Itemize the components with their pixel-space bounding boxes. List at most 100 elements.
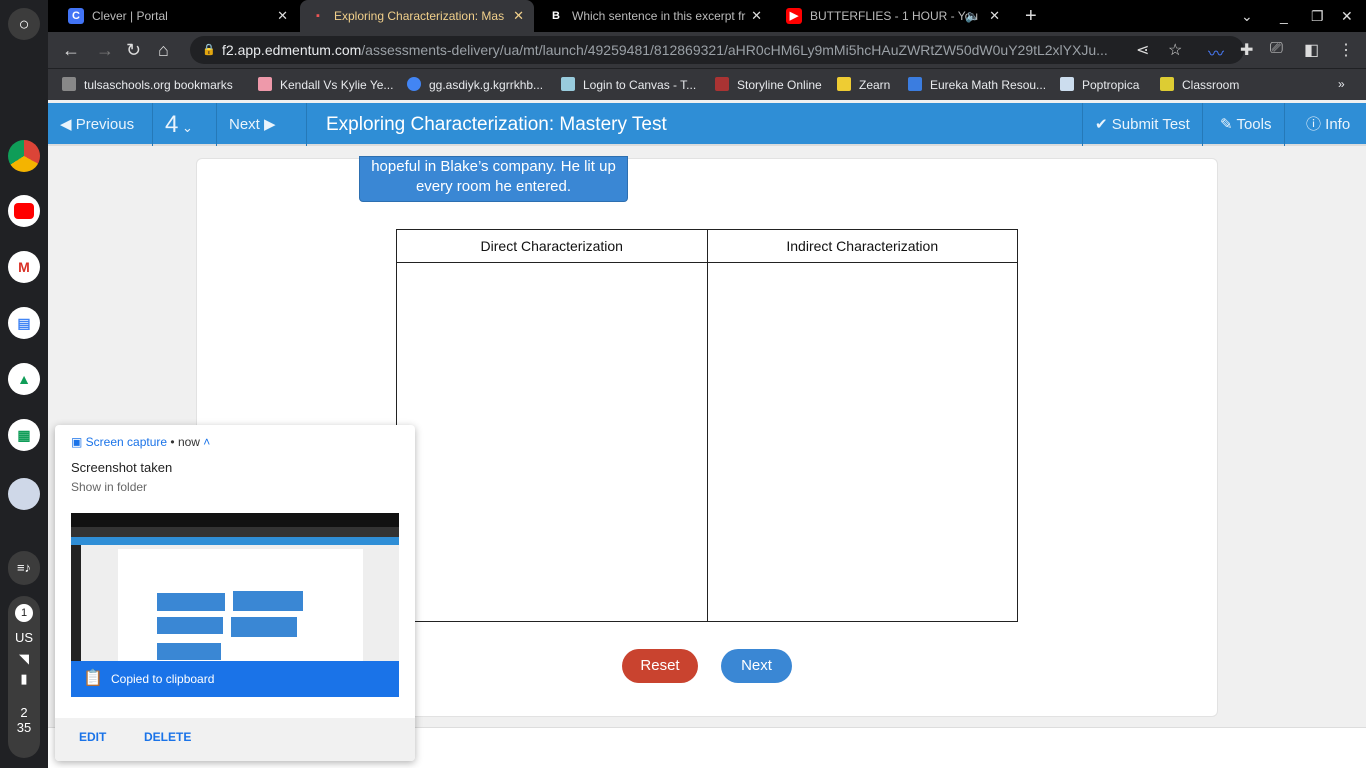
reset-button[interactable]: Reset <box>622 649 698 683</box>
bookmark[interactable]: Storyline Online <box>715 77 822 92</box>
reload-icon[interactable]: ↻ <box>126 40 141 60</box>
characterization-table: Direct Characterization Indirect Characte… <box>396 229 1018 622</box>
clever-favicon: C <box>68 8 84 24</box>
tab-title: Which sentence in this excerpt fr <box>572 9 746 23</box>
minimize-button[interactable]: _ <box>1280 0 1288 32</box>
tools-button[interactable]: ✎ Tools <box>1208 103 1285 146</box>
extension-icon[interactable]: 〰 <box>1208 40 1224 64</box>
clock-minute: 35 <box>16 720 32 735</box>
more-bookmarks-icon[interactable]: » <box>1338 77 1345 91</box>
copied-banner: 📋 Copied to clipboard <box>71 661 399 697</box>
delete-button[interactable]: DELETE <box>144 730 191 744</box>
close-tab-icon[interactable]: ✕ <box>277 8 288 24</box>
tab-title: BUTTERFLIES - 1 HOUR - You <box>810 9 979 23</box>
drop-zone-indirect[interactable] <box>706 262 1018 622</box>
bookmarks-bar: tulsaschools.org bookmarks Kendall Vs Ky… <box>48 68 1366 100</box>
brainly-favicon: B <box>552 10 560 22</box>
menu-icon[interactable]: ⋮ <box>1338 40 1354 60</box>
extensions-puzzle-icon[interactable]: ✚ <box>1240 40 1253 60</box>
notification-actions: EDIT DELETE <box>55 718 415 761</box>
notification-header: ▣ Screen capture • now ˄ <box>71 435 211 449</box>
tab-search-icon[interactable]: ⌄ <box>1241 0 1253 32</box>
chevron-down-icon: ⌄ <box>178 120 193 135</box>
draggable-description-tile[interactable]: hopeful in Blake’s company. He lit up ev… <box>359 156 628 202</box>
drive-app-icon[interactable]: ▲ <box>8 363 40 395</box>
toolbar: ← → ↻ ⌂ 🔒 f2.app.edmentum.com/assessments… <box>48 32 1366 68</box>
tab-title: Clever | Portal <box>92 9 168 23</box>
address-bar[interactable]: 🔒 f2.app.edmentum.com/assessments-deliver… <box>190 36 1244 64</box>
collapse-icon[interactable]: ˄ <box>200 435 210 449</box>
forward-icon[interactable]: → <box>96 40 114 60</box>
info-icon: ⓘ <box>1306 116 1326 133</box>
column-header-indirect: Indirect Characterization <box>706 229 1018 263</box>
launcher-button[interactable]: ○ <box>8 8 40 40</box>
battery-icon: ▮ <box>20 671 28 686</box>
clock-hour: 2 <box>20 705 28 720</box>
notification-title: Screenshot taken <box>71 460 173 475</box>
show-in-folder-link[interactable]: Show in folder <box>71 480 147 494</box>
new-tab-button[interactable]: + <box>1025 0 1037 32</box>
media-controls-icon[interactable]: ≡♪ <box>8 551 40 585</box>
cast-icon[interactable]: ⎚ <box>1270 40 1283 58</box>
page-title: Exploring Characterization: Mastery Test <box>326 114 667 135</box>
home-icon[interactable]: ⌂ <box>158 40 169 60</box>
bookmark[interactable]: Poptropica <box>1060 77 1139 92</box>
bookmark[interactable]: Eureka Math Resou... <box>908 77 1046 92</box>
gmail-app-icon[interactable]: M <box>8 251 40 283</box>
column-header-direct: Direct Characterization <box>396 229 708 263</box>
clipboard-check-icon: 📋 <box>83 670 103 687</box>
ime-indicator: US <box>14 630 34 645</box>
youtube-app-icon[interactable] <box>14 203 34 219</box>
restore-button[interactable]: ❐ <box>1311 0 1324 32</box>
previous-icon: ◀ <box>60 116 76 133</box>
next-icon: ▶ <box>259 116 276 133</box>
lock-icon: 🔒 <box>202 44 216 56</box>
audio-playing-icon[interactable]: 🔈 <box>965 9 980 23</box>
bookmark[interactable]: Login to Canvas - T... <box>561 77 696 92</box>
screenshot-thumbnail[interactable] <box>71 513 399 661</box>
tab-brainly[interactable]: B Which sentence in this excerpt fr ✕ <box>538 0 772 32</box>
submit-test-button[interactable]: ✔ Submit Test <box>1082 103 1203 146</box>
next-question-button[interactable]: Next ▶ <box>217 103 307 146</box>
bookmark-star-icon[interactable]: ☆ <box>1168 40 1182 60</box>
next-button[interactable]: Next <box>721 649 792 683</box>
chrome-app-icon[interactable] <box>8 140 40 172</box>
info-button[interactable]: ⓘ Info <box>1294 103 1362 146</box>
notification-count: 1 <box>15 604 33 622</box>
check-circle-icon: ✔ <box>1095 116 1112 133</box>
wifi-icon: ◥ <box>19 651 29 666</box>
bookmark[interactable]: gg.asdiyk.g.kgrrkhb... <box>407 77 543 92</box>
close-window-button[interactable]: ✕ <box>1341 0 1353 32</box>
close-tab-icon[interactable]: ✕ <box>989 8 1000 24</box>
docs-app-icon[interactable]: ▤ <box>8 307 40 339</box>
url-path: /assessments-delivery/ua/mt/launch/49259… <box>361 42 1108 58</box>
youtube-favicon: ▶ <box>786 8 802 24</box>
tab-youtube[interactable]: ▶ BUTTERFLIES - 1 HOUR - You 🔈 ✕ <box>776 0 1010 32</box>
question-select[interactable]: 4 ⌄ <box>153 103 217 146</box>
back-icon[interactable]: ← <box>62 40 80 60</box>
screen-capture-icon: ▣ <box>71 435 86 449</box>
edit-button[interactable]: EDIT <box>79 730 106 744</box>
bookmark[interactable]: Classroom <box>1160 77 1239 92</box>
drop-zone-direct[interactable] <box>396 262 708 622</box>
close-tab-icon[interactable]: ✕ <box>513 8 524 24</box>
side-panel-icon[interactable]: ◧ <box>1304 40 1319 60</box>
bookmark[interactable]: Zearn <box>837 77 890 92</box>
edmentum-favicon: ▪ <box>316 10 320 22</box>
screenshot-notification: ▣ Screen capture • now ˄ Screenshot take… <box>55 425 415 761</box>
url-host: f2.app.edmentum.com <box>222 42 362 58</box>
bookmark-folder[interactable]: tulsaschools.org bookmarks <box>62 77 233 92</box>
sheets-app-icon[interactable]: ▦ <box>8 419 40 451</box>
holding-space-icon[interactable] <box>8 478 40 510</box>
close-tab-icon[interactable]: ✕ <box>751 8 762 24</box>
tab-edmentum[interactable]: ▪ Exploring Characterization: Mas ✕ <box>300 0 534 32</box>
tab-clever[interactable]: C Clever | Portal ✕ <box>58 0 298 32</box>
share-icon[interactable]: ⋖ <box>1136 40 1149 60</box>
previous-button[interactable]: ◀ Previous <box>48 103 153 146</box>
assessment-header: ◀ Previous 4 ⌄ Next ▶ Exploring Characte… <box>48 103 1366 146</box>
bookmark[interactable]: Kendall Vs Kylie Ye... <box>258 77 393 92</box>
tab-title: Exploring Characterization: Mas <box>334 9 505 23</box>
status-tray[interactable]: 1 US ◥ ▮ 2 35 <box>8 596 40 758</box>
tab-strip: C Clever | Portal ✕ ▪ Exploring Characteriz… <box>48 0 1366 32</box>
wrench-icon: ✎ <box>1220 116 1237 133</box>
